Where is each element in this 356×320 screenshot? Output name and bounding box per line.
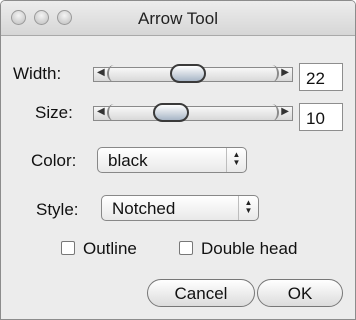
right-arrow-icon[interactable]: ▶ — [281, 105, 289, 119]
double-head-checkbox[interactable]: Double head — [179, 239, 297, 259]
color-select-value: black — [108, 151, 148, 170]
cancel-button[interactable]: Cancel — [147, 279, 255, 307]
width-label: Width: — [13, 64, 62, 83]
ok-button[interactable]: OK — [257, 279, 343, 307]
style-select[interactable]: Notched ▲ ▼ — [101, 195, 259, 221]
arrow-tool-dialog: Arrow Tool Width: ◀ ▶ 22 Size: ◀ ▶ 10 Co… — [0, 0, 356, 320]
width-slider[interactable]: ◀ ▶ — [93, 64, 293, 83]
double-head-label: Double head — [201, 239, 298, 258]
width-value-field[interactable]: 22 — [299, 63, 343, 91]
outline-checkbox[interactable]: Outline — [61, 239, 137, 259]
slider-thumb[interactable] — [153, 103, 190, 122]
left-arrow-icon[interactable]: ◀ — [97, 105, 105, 119]
left-arrow-icon[interactable]: ◀ — [97, 66, 105, 80]
style-select-value: Notched — [112, 199, 176, 218]
outline-label: Outline — [83, 239, 137, 258]
checkbox-icon[interactable] — [179, 241, 193, 255]
size-slider[interactable]: ◀ ▶ — [93, 103, 293, 122]
style-label: Style: — [36, 200, 79, 219]
title-bar[interactable]: Arrow Tool — [1, 1, 355, 36]
updown-chevron-icon: ▲ ▼ — [226, 148, 246, 172]
slider-thumb[interactable] — [169, 64, 206, 83]
slider-track — [93, 106, 293, 121]
checkbox-icon[interactable] — [61, 241, 75, 255]
right-arrow-icon[interactable]: ▶ — [281, 66, 289, 80]
updown-chevron-icon: ▲ ▼ — [238, 196, 258, 220]
window-title: Arrow Tool — [138, 9, 218, 28]
size-label: Size: — [35, 103, 73, 122]
color-select[interactable]: black ▲ ▼ — [97, 147, 247, 173]
color-label: Color: — [31, 151, 77, 170]
size-value-field[interactable]: 10 — [299, 103, 343, 131]
